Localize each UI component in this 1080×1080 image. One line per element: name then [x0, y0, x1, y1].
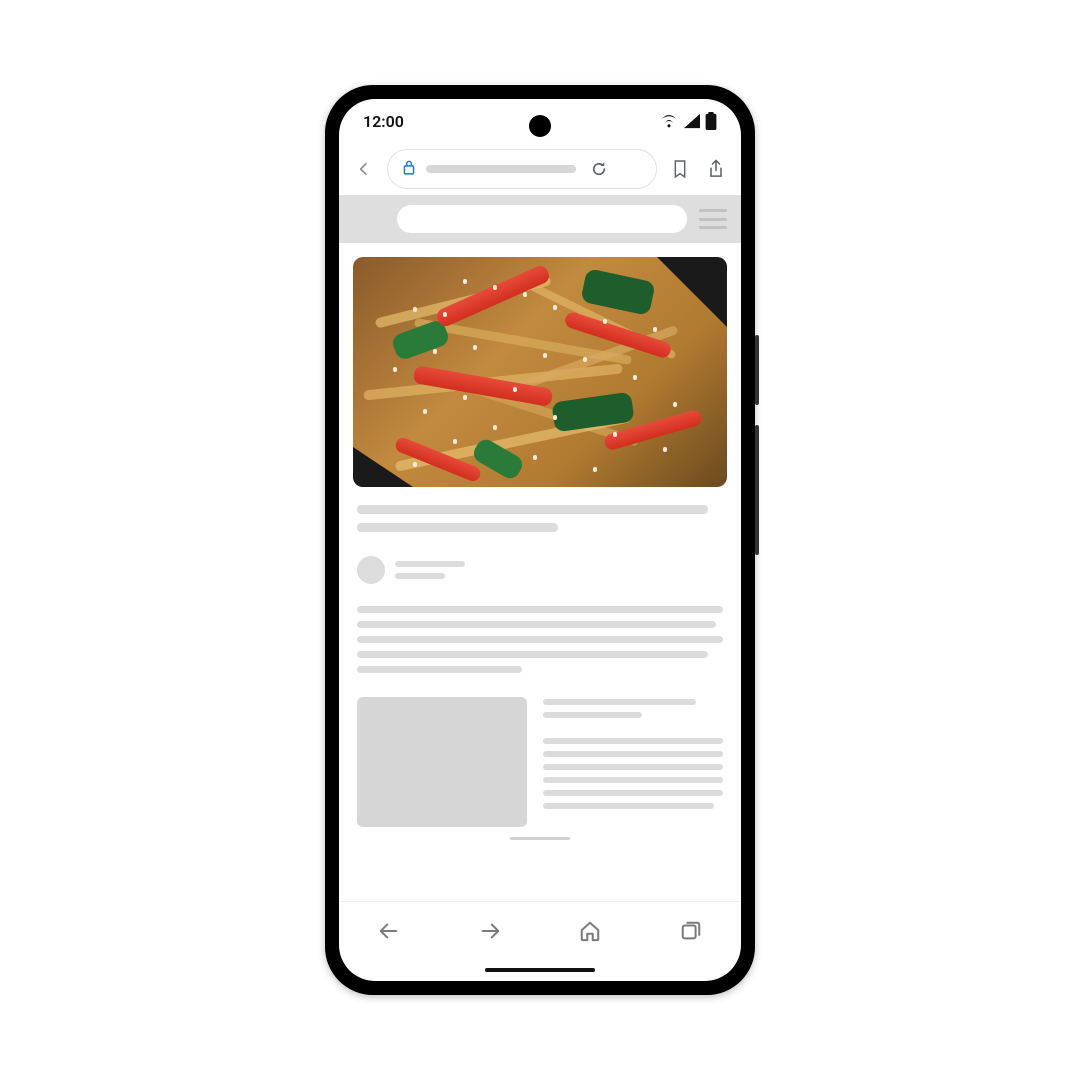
address-bar[interactable]	[387, 149, 657, 189]
back-button[interactable]	[351, 161, 377, 177]
lock-icon	[402, 159, 416, 179]
related-card[interactable]	[357, 697, 723, 827]
phone-frame: 12:00	[325, 85, 755, 995]
battery-icon	[705, 112, 717, 130]
tabs-icon	[680, 920, 702, 942]
heading-placeholder-line1	[357, 505, 708, 514]
author-name-placeholder	[395, 561, 465, 567]
browser-toolbar	[339, 143, 741, 195]
home-icon	[579, 920, 601, 942]
power-button	[755, 425, 759, 555]
share-icon	[707, 159, 725, 179]
bookmark-button[interactable]	[667, 156, 693, 182]
paragraph-placeholder	[357, 606, 723, 673]
status-indicators	[659, 112, 717, 130]
bottom-nav	[339, 901, 741, 959]
nav-back-button[interactable]	[367, 909, 411, 953]
hero-image[interactable]	[353, 257, 727, 487]
gesture-bar	[339, 959, 741, 981]
card-text-placeholder	[543, 697, 723, 827]
heading-placeholder-line2	[357, 523, 558, 532]
author-meta-placeholder	[395, 573, 445, 579]
nav-forward-button[interactable]	[468, 909, 512, 953]
bookmark-icon	[672, 159, 688, 179]
chevron-left-icon	[356, 161, 372, 177]
arrow-left-icon	[378, 920, 400, 942]
author-avatar	[357, 556, 385, 584]
site-search-pill[interactable]	[397, 205, 687, 233]
hamburger-icon	[699, 209, 727, 212]
site-header	[339, 195, 741, 243]
share-button[interactable]	[703, 156, 729, 182]
arrow-right-icon	[479, 920, 501, 942]
card-image-placeholder	[357, 697, 527, 827]
front-camera	[529, 115, 551, 137]
nav-home-button[interactable]	[568, 909, 612, 953]
site-menu-button[interactable]	[699, 209, 727, 229]
cell-signal-icon	[683, 113, 701, 129]
volume-button	[755, 335, 759, 405]
wifi-icon	[659, 113, 679, 129]
author-row	[357, 556, 723, 584]
scroll-hint	[510, 837, 570, 840]
reload-icon	[590, 160, 608, 178]
screen: 12:00	[339, 99, 741, 981]
status-time: 12:00	[363, 112, 404, 131]
article-body	[339, 501, 741, 840]
reload-button[interactable]	[586, 156, 612, 182]
nav-tabs-button[interactable]	[669, 909, 713, 953]
page-content[interactable]	[339, 195, 741, 901]
url-text-placeholder	[426, 165, 576, 173]
